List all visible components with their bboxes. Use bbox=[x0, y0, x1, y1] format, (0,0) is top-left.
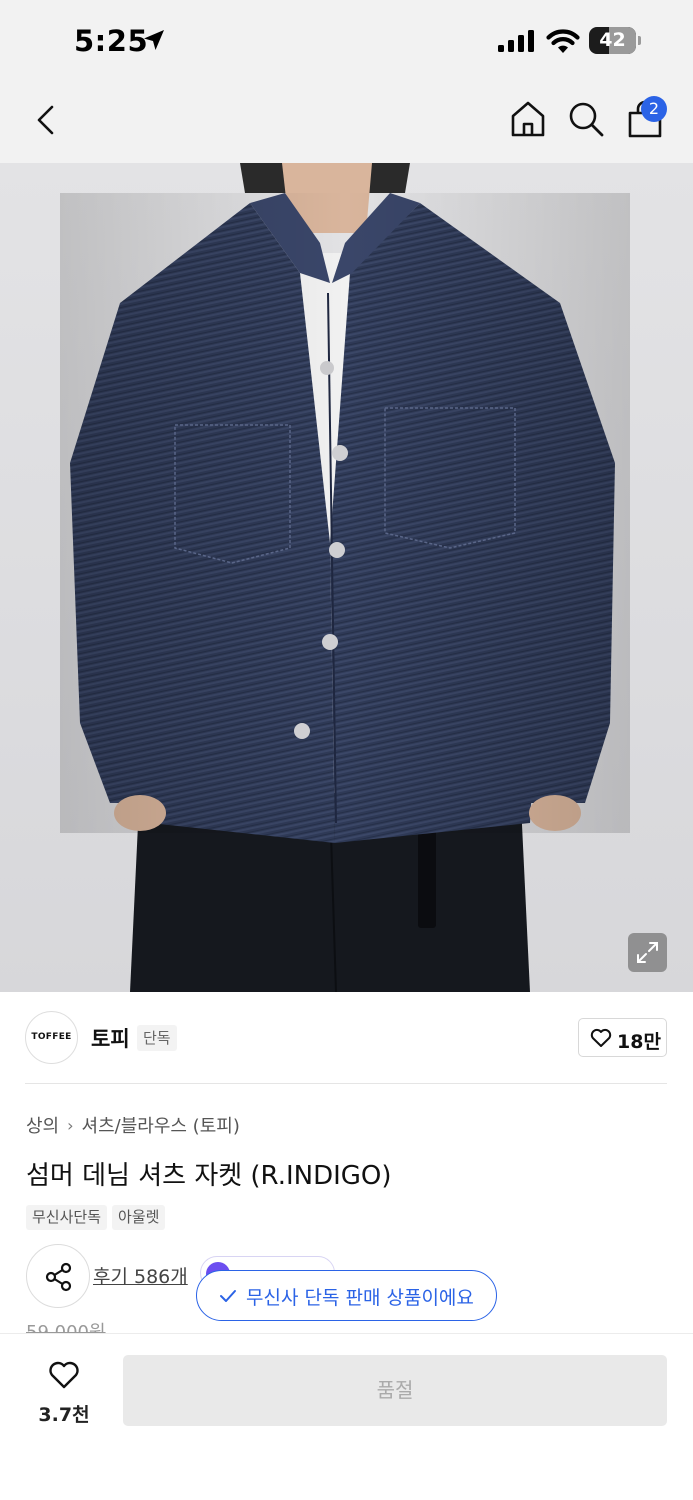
breadcrumb: 상의 › 셔츠/블라우스 (토피) bbox=[26, 1112, 240, 1138]
exclusive-toast: 무신사 단독 판매 상품이에요 bbox=[196, 1270, 497, 1321]
breadcrumb-item-category[interactable]: 상의 bbox=[26, 1112, 59, 1138]
review-link[interactable]: 후기 586개 bbox=[93, 1262, 188, 1289]
breadcrumb-item-subcategory[interactable]: 셔츠/블라우스 (토피) bbox=[82, 1112, 240, 1138]
check-icon bbox=[220, 1290, 236, 1302]
heart-icon bbox=[49, 1361, 79, 1389]
share-button[interactable] bbox=[26, 1244, 90, 1308]
expand-image-button[interactable] bbox=[628, 933, 667, 972]
battery-level: 42 bbox=[599, 29, 626, 51]
wishlist-count: 3.7천 bbox=[38, 1404, 90, 1426]
back-icon[interactable] bbox=[28, 100, 64, 140]
original-price: 59,000원 bbox=[26, 1322, 106, 1333]
divider bbox=[25, 1083, 667, 1084]
wifi-icon bbox=[546, 29, 580, 53]
tag-outlet: 아울렛 bbox=[112, 1205, 166, 1230]
battery-indicator: 42 bbox=[589, 27, 641, 54]
denim-shirt-jacket-photo bbox=[60, 163, 630, 992]
wishlist-button[interactable]: 3.7천 bbox=[28, 1352, 100, 1426]
expand-icon bbox=[637, 942, 658, 963]
top-navigation bbox=[0, 82, 693, 163]
home-icon[interactable] bbox=[508, 99, 548, 139]
share-icon bbox=[45, 1262, 72, 1292]
product-image[interactable] bbox=[0, 163, 693, 992]
brand-like-button[interactable]: 18만 bbox=[578, 1018, 667, 1057]
brand-exclusive-tag: 단독 bbox=[137, 1025, 177, 1051]
status-time: 5:25 bbox=[74, 24, 149, 58]
brand-row: TOFFEE 토피 단독 18만 bbox=[0, 992, 693, 1084]
bottom-action-bar: 3.7천 품절 bbox=[0, 1333, 693, 1500]
chevron-right-icon: › bbox=[67, 1115, 74, 1135]
cellular-signal-icon bbox=[498, 30, 534, 52]
cart-count-badge: 2 bbox=[641, 96, 667, 122]
search-icon[interactable] bbox=[566, 99, 606, 139]
brand-name[interactable]: 토피 bbox=[91, 1023, 130, 1053]
location-arrow-icon bbox=[144, 30, 164, 50]
brand-like-count: 18만 bbox=[617, 1031, 661, 1053]
product-title: 섬머 데님 셔츠 자켓 (R.INDIGO) bbox=[26, 1161, 392, 1191]
tag-musinsa-exclusive: 무신사단독 bbox=[26, 1205, 108, 1230]
product-tags: 무신사단독 아울렛 bbox=[26, 1205, 170, 1230]
brand-logo[interactable]: TOFFEE bbox=[25, 1011, 78, 1064]
toast-text: 무신사 단독 판매 상품이에요 bbox=[246, 1287, 474, 1309]
heart-icon bbox=[590, 1028, 612, 1047]
status-bar: 5:25 42 bbox=[0, 0, 693, 82]
sold-out-button[interactable]: 품절 bbox=[123, 1355, 667, 1426]
